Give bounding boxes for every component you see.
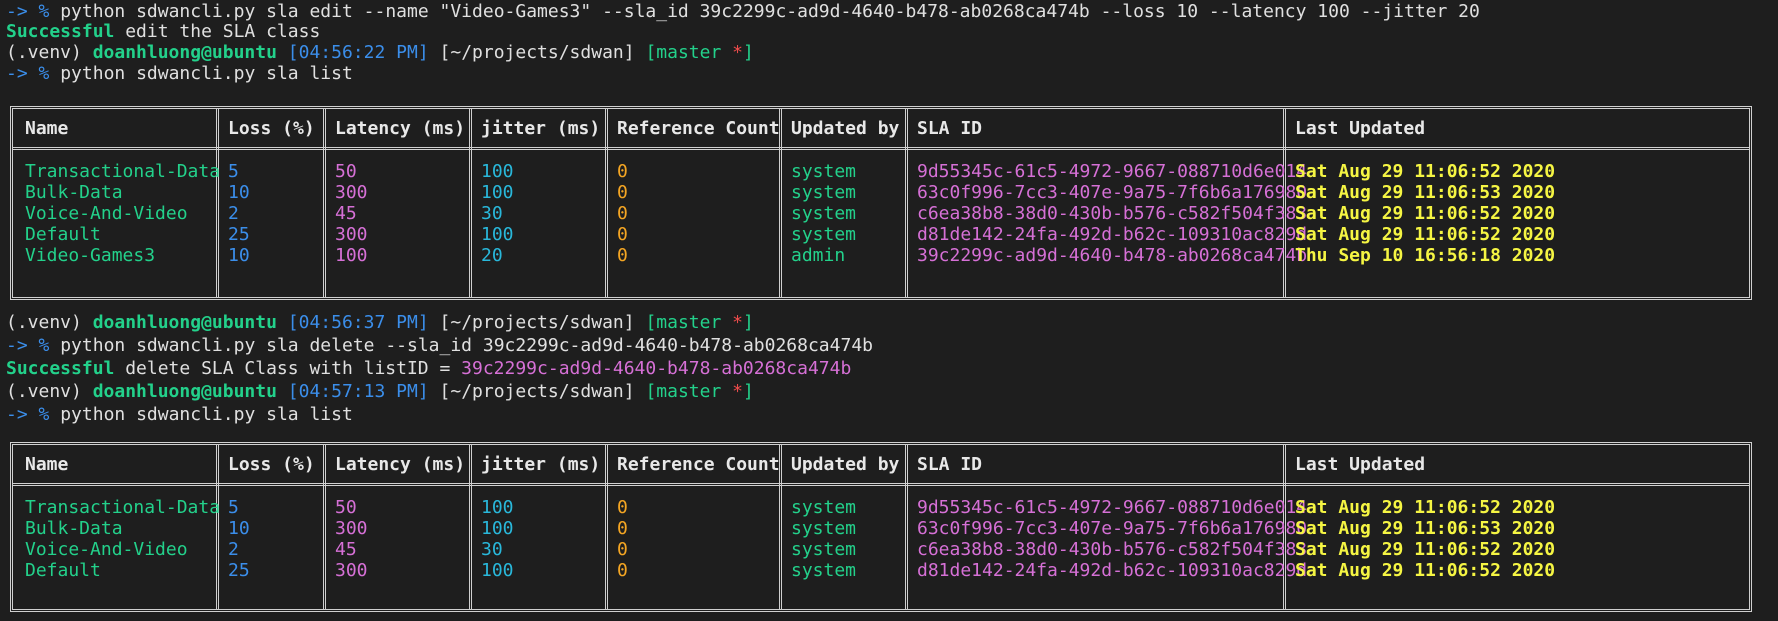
git-branch: [master *] bbox=[645, 312, 754, 333]
venv-label: (.venv) bbox=[6, 312, 82, 333]
terminal-window[interactable]: -> % python sdwancli.py sla edit --name … bbox=[0, 0, 1778, 621]
cell-last-updated: Thu Sep 10 16:56:18 2020 bbox=[1295, 245, 1556, 266]
header-separator bbox=[13, 147, 1749, 150]
venv-label: (.venv) bbox=[6, 381, 82, 402]
cell-name: Default bbox=[25, 560, 101, 581]
venv-label: (.venv) bbox=[6, 42, 82, 63]
command-text: python sdwancli.py sla edit --name "Vide… bbox=[60, 1, 1480, 22]
prompt-path: [~/projects/sdwan] bbox=[439, 312, 635, 333]
column-header-last-updated: Last Updated bbox=[1295, 118, 1426, 139]
user-host: doanhluong@ubuntu bbox=[92, 42, 277, 63]
prompt-arrow: -> bbox=[6, 1, 28, 22]
column-header-loss: Loss (%) bbox=[228, 118, 315, 139]
column-header-latency: Latency (ms) bbox=[335, 454, 466, 475]
command-line-delete: -> % python sdwancli.py sla delete --sla… bbox=[6, 334, 873, 358]
cell-name: Video-Games3 bbox=[25, 245, 156, 266]
column-header-reference-count: Reference Count bbox=[617, 454, 780, 475]
column-header-name: Name bbox=[25, 118, 69, 139]
sla-table-1: Name Loss (%) Latency (ms) jitter (ms) Refer… bbox=[10, 106, 1752, 300]
user-host: doanhluong@ubuntu bbox=[92, 381, 277, 402]
git-branch: [master *] bbox=[645, 381, 754, 402]
success-text: delete SLA Class with listID = bbox=[114, 358, 462, 379]
command-line-list-2: -> % python sdwancli.py sla list bbox=[6, 403, 353, 427]
success-label: Successful bbox=[6, 21, 115, 42]
success-label: Successful bbox=[6, 358, 115, 379]
cell-updated-by: system bbox=[791, 560, 857, 581]
cell-loss: 10 bbox=[228, 245, 250, 266]
prompt-time: [04:56:22 PM] bbox=[287, 42, 429, 63]
prompt-symbol: % bbox=[38, 335, 50, 356]
prompt-time: [04:57:13 PM] bbox=[287, 381, 429, 402]
table-row: Default 25 300 100 0 system d81de142-24fa-492d… bbox=[13, 559, 1749, 583]
column-header-updated-by: Updated by bbox=[791, 454, 900, 475]
sla-table-2: Name Loss (%) Latency (ms) jitter (ms) Refer… bbox=[10, 442, 1752, 612]
prompt-time: [04:56:37 PM] bbox=[287, 312, 429, 333]
command-text: python sdwancli.py sla list bbox=[60, 63, 353, 84]
prompt-symbol: % bbox=[38, 404, 50, 425]
cell-updated-by: admin bbox=[791, 245, 846, 266]
prompt-line-3: (.venv) doanhluong@ubuntu [04:57:13 PM] … bbox=[6, 380, 754, 404]
prompt-path: [~/projects/sdwan] bbox=[439, 381, 635, 402]
column-header-name: Name bbox=[25, 454, 69, 475]
prompt-symbol: % bbox=[38, 1, 50, 22]
command-text: python sdwancli.py sla list bbox=[60, 404, 353, 425]
column-header-updated-by: Updated by bbox=[791, 118, 900, 139]
header-separator bbox=[13, 483, 1749, 486]
table-header-row: Name Loss (%) Latency (ms) jitter (ms) Refer… bbox=[13, 453, 1749, 477]
success-text: edit the SLA class bbox=[114, 21, 321, 42]
column-header-reference-count: Reference Count bbox=[617, 118, 780, 139]
prompt-path: [~/projects/sdwan] bbox=[439, 42, 635, 63]
column-header-latency: Latency (ms) bbox=[335, 118, 466, 139]
prompt-arrow: -> bbox=[6, 63, 28, 84]
deleted-sla-id: 39c2299c-ad9d-4640-b478-ab0268ca474b bbox=[461, 358, 852, 379]
column-header-loss: Loss (%) bbox=[228, 454, 315, 475]
command-text: python sdwancli.py sla delete --sla_id 3… bbox=[60, 335, 873, 356]
cell-sla-id: 39c2299c-ad9d-4640-b478-ab0268ca474b bbox=[917, 245, 1308, 266]
command-line-list-1: -> % python sdwancli.py sla list bbox=[6, 62, 353, 86]
cell-reference-count: 0 bbox=[617, 560, 628, 581]
table-row: Video-Games3 10 100 20 0 admin 39c2299c-ad9d-4… bbox=[13, 244, 1749, 268]
column-header-jitter: jitter (ms) bbox=[481, 118, 601, 139]
cell-reference-count: 0 bbox=[617, 245, 628, 266]
prompt-arrow: -> bbox=[6, 404, 28, 425]
column-header-last-updated: Last Updated bbox=[1295, 454, 1426, 475]
cell-jitter: 20 bbox=[481, 245, 503, 266]
cell-loss: 25 bbox=[228, 560, 250, 581]
column-header-jitter: jitter (ms) bbox=[481, 454, 601, 475]
cell-latency: 100 bbox=[335, 245, 368, 266]
column-header-sla-id: SLA ID bbox=[917, 118, 983, 139]
prompt-symbol: % bbox=[38, 63, 50, 84]
output-success-delete: Successful delete SLA Class with listID … bbox=[6, 357, 851, 381]
git-branch: [master *] bbox=[645, 42, 754, 63]
cell-latency: 300 bbox=[335, 560, 368, 581]
cell-jitter: 100 bbox=[481, 560, 514, 581]
cell-last-updated: Sat Aug 29 11:06:52 2020 bbox=[1295, 560, 1556, 581]
table-header-row: Name Loss (%) Latency (ms) jitter (ms) Refer… bbox=[13, 117, 1749, 141]
cell-sla-id: d81de142-24fa-492d-b62c-109310ac829d bbox=[917, 560, 1308, 581]
prompt-arrow: -> bbox=[6, 335, 28, 356]
prompt-line-2: (.venv) doanhluong@ubuntu [04:56:37 PM] … bbox=[6, 311, 754, 335]
user-host: doanhluong@ubuntu bbox=[92, 312, 277, 333]
column-header-sla-id: SLA ID bbox=[917, 454, 983, 475]
